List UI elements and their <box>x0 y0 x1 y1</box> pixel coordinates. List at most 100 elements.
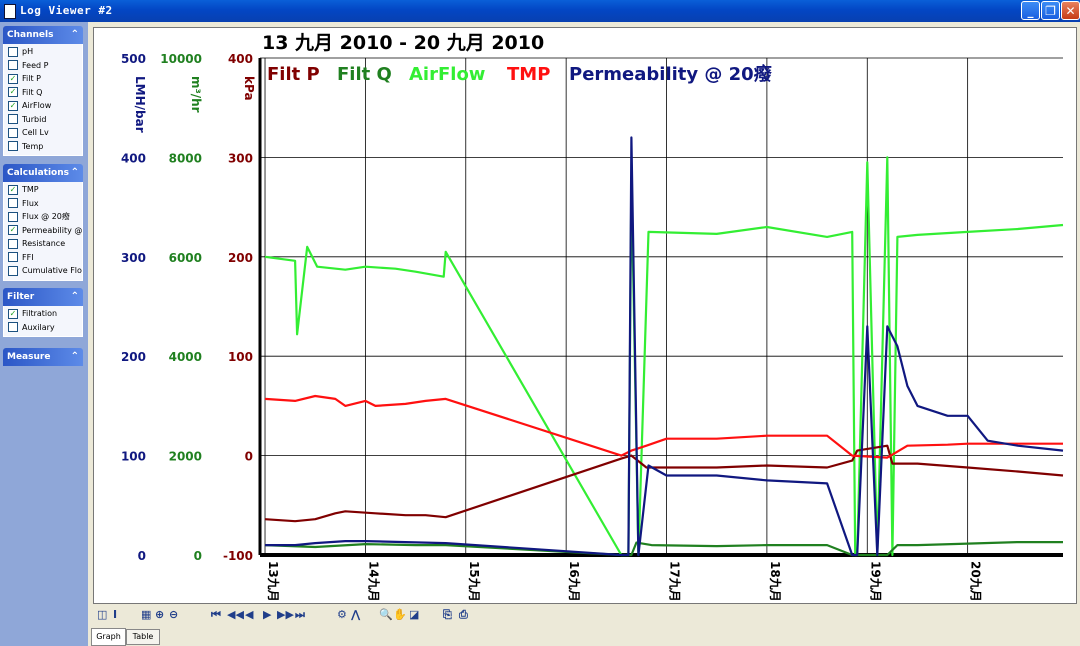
next-icon[interactable]: ▶ <box>263 608 271 621</box>
checkbox[interactable] <box>8 265 18 276</box>
title-bar: Log Viewer #2 _ ❐ ✕ <box>0 0 1080 22</box>
sidebar-item[interactable]: ✓ Filtration <box>4 307 82 321</box>
sidebar-item[interactable]: ✓ TMP <box>4 183 82 197</box>
print-icon[interactable]: ⎙ <box>459 608 468 622</box>
sidebar-item[interactable]: Cell Lv <box>4 126 82 140</box>
sidebar-item[interactable]: Auxilary <box>4 321 82 335</box>
checkbox[interactable] <box>8 114 18 125</box>
checkbox[interactable]: ✓ <box>8 100 18 111</box>
sidebar-item[interactable]: ✓ AirFlow <box>4 99 82 113</box>
sidebar-item[interactable]: Feed P <box>4 59 82 73</box>
search-icon[interactable]: 🔍 <box>379 608 393 621</box>
close-icon[interactable]: ✕ <box>1061 1 1080 20</box>
measure-panel: Measure ⌃ <box>3 348 83 366</box>
checkbox[interactable]: ✓ <box>8 184 18 195</box>
settings-icon[interactable]: ⚙ <box>337 608 347 621</box>
sidebar-item-label: Cumulative Flo <box>22 266 82 276</box>
sidebar-item[interactable]: Flux @ 20癈 <box>4 210 82 224</box>
app-icon <box>4 4 16 19</box>
sidebar-item[interactable]: ✓ Filt Q <box>4 86 82 100</box>
checkbox[interactable]: ✓ <box>8 308 18 319</box>
graph-toolbar: ◫ I ▦ ⊕ ⊖ ⏮ ◀◀ ◀ ▶ ▶▶ ⏭ ⚙ ⋀ 🔍 ✋ ◪ ⎘ ⎙ <box>93 607 993 625</box>
sidebar-item[interactable]: ✓ Permeability @ <box>4 224 82 238</box>
series-line <box>264 394 1063 459</box>
checkbox[interactable]: ✓ <box>8 73 18 84</box>
checkbox[interactable] <box>8 198 18 209</box>
x-tick-label: 18九月 <box>768 561 783 602</box>
sidebar-item-label: Filtration <box>22 309 58 319</box>
log-chart[interactable]: 13 九月 2010 - 20 九月 2010 Filt P Filt Q AirFl… <box>94 28 1076 603</box>
last-icon[interactable]: ⏭ <box>295 608 305 622</box>
checkbox[interactable] <box>8 211 18 222</box>
rewind-icon[interactable]: ◀◀ <box>227 608 244 621</box>
sidebar-item[interactable]: FFI <box>4 251 82 265</box>
checkbox[interactable] <box>8 252 18 263</box>
x-tick-label: 16九月 <box>567 561 582 602</box>
filter-panel: Filter ⌃ ✓ Filtration Auxilary <box>3 288 83 337</box>
checkbox[interactable] <box>8 46 18 57</box>
first-icon[interactable]: ⏮ <box>211 608 221 622</box>
x-tick-label: 19九月 <box>868 561 883 602</box>
checkbox[interactable] <box>8 238 18 249</box>
sidebar-item-label: Turbid <box>22 114 47 124</box>
checkbox[interactable] <box>8 60 18 71</box>
zoom-out-icon[interactable]: ⊖ <box>169 608 178 621</box>
x-tick-label: 20九月 <box>969 561 984 602</box>
sidebar-item[interactable]: ✓ Filt P <box>4 72 82 86</box>
forward-icon[interactable]: ▶▶ <box>277 608 294 621</box>
layout-icon[interactable]: ◫ <box>97 608 107 621</box>
filter-header[interactable]: Filter ⌃ <box>3 288 83 306</box>
channels-title: Channels <box>7 30 54 40</box>
pan-icon[interactable]: ✋ <box>393 608 407 621</box>
checkbox[interactable] <box>8 141 18 152</box>
collapse-icon[interactable]: ⌃ <box>71 288 79 306</box>
peak-icon[interactable]: ⋀ <box>351 608 360 621</box>
sidebar-item[interactable]: Cumulative Flo <box>4 264 82 278</box>
tab-graph[interactable]: Graph <box>91 628 126 646</box>
collapse-icon[interactable]: ⌃ <box>71 348 79 366</box>
checkbox[interactable]: ✓ <box>8 225 18 236</box>
sidebar-item[interactable]: Temp <box>4 140 82 154</box>
minimize-icon[interactable]: _ <box>1021 1 1040 20</box>
collapse-icon[interactable]: ⌃ <box>71 164 79 182</box>
measure-title: Measure <box>7 352 51 362</box>
prev-icon[interactable]: ◀ <box>245 608 253 621</box>
y-tick-label: 400 <box>121 151 146 165</box>
y-tick-label: 100 <box>228 350 253 364</box>
sidebar-item[interactable]: Flux <box>4 197 82 211</box>
y-tick-label: 300 <box>228 151 253 165</box>
zoom-in-icon[interactable]: ⊕ <box>155 608 164 621</box>
y-tick-label: 200 <box>228 251 253 265</box>
y-tick-label: 0 <box>194 549 202 563</box>
collapse-icon[interactable]: ⌃ <box>71 26 79 44</box>
channels-header[interactable]: Channels ⌃ <box>3 26 83 44</box>
chart-title: 13 九月 2010 - 20 九月 2010 <box>262 32 544 54</box>
sidebar-item-label: Flux <box>22 198 39 208</box>
y-axis-unit: LMH/bar <box>133 76 147 133</box>
copy-icon[interactable]: ⎘ <box>443 608 452 622</box>
calculations-header[interactable]: Calculations ⌃ <box>3 164 83 182</box>
sidebar-item[interactable]: Turbid <box>4 113 82 127</box>
filter-title: Filter <box>7 292 35 302</box>
grid-icon[interactable]: ▦ <box>141 608 151 621</box>
tab-table[interactable]: Table <box>126 629 160 645</box>
sidebar-item[interactable]: Resistance <box>4 237 82 251</box>
checkbox[interactable] <box>8 322 18 333</box>
measure-header[interactable]: Measure ⌃ <box>3 348 83 366</box>
legend-entry: TMP <box>507 64 550 85</box>
window-title: Log Viewer #2 <box>20 4 113 17</box>
y-tick-label: 0 <box>138 549 146 563</box>
checkbox[interactable] <box>8 127 18 138</box>
checkbox[interactable]: ✓ <box>8 87 18 98</box>
sidebar-item[interactable]: pH <box>4 45 82 59</box>
calculations-list: ✓ TMP Flux Flux @ 20癈 ✓ Permeability @ Resista… <box>3 182 83 281</box>
restore-icon[interactable]: ❐ <box>1041 1 1060 20</box>
y-tick-label: 500 <box>121 52 146 66</box>
cursor-icon[interactable]: I <box>113 608 117 621</box>
sidebar-item-label: AirFlow <box>22 101 52 111</box>
sidebar-item-label: Feed P <box>22 60 49 70</box>
legend-entry: Filt Q <box>337 64 392 85</box>
sidebar: Channels ⌃ pH Feed P ✓ Filt P ✓ Filt Q ✓ AirFlow… <box>0 22 88 646</box>
y-axis-unit: m³/hr <box>189 76 203 113</box>
measure-icon[interactable]: ◪ <box>409 608 419 621</box>
